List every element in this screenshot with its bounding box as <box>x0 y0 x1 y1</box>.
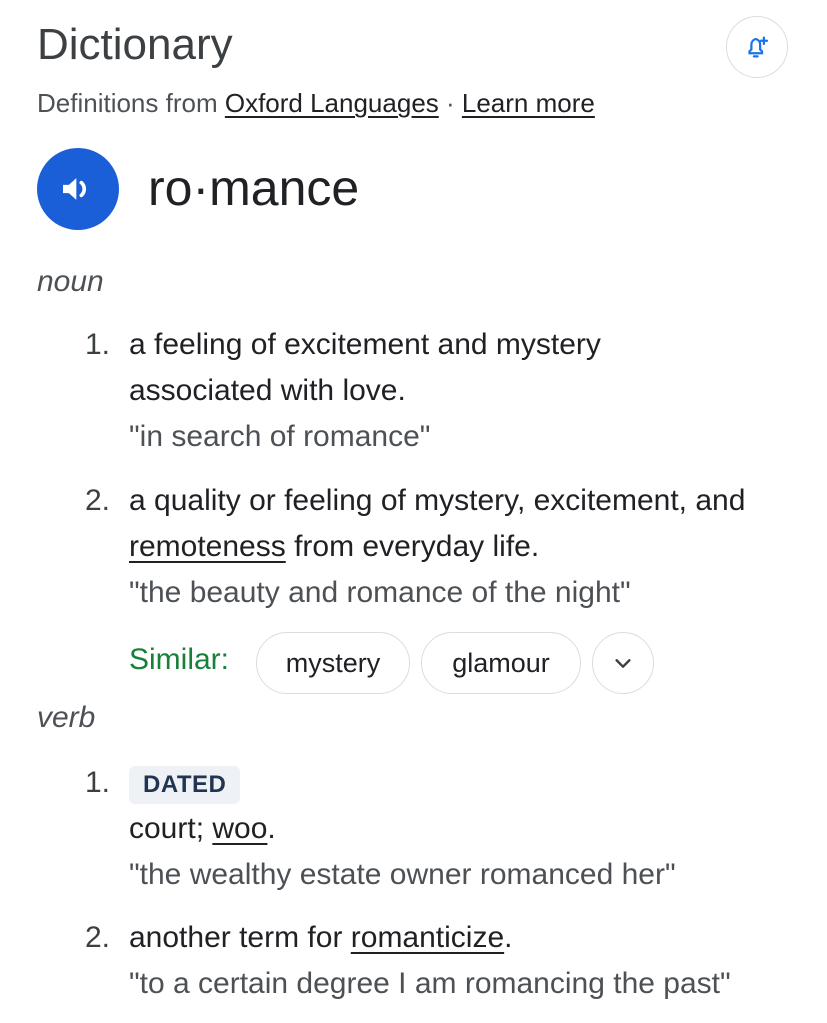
noun-sense-2: a quality or feeling of mystery, excitem… <box>129 478 819 616</box>
part-of-speech-noun: noun <box>37 265 104 298</box>
sense-number: 2. <box>84 921 110 954</box>
romanticize-link[interactable]: romanticize <box>351 921 504 954</box>
create-alert-button[interactable] <box>726 16 788 78</box>
definition-line: a quality or feeling of mystery, excitem… <box>129 484 746 517</box>
definition-line: court; woo. <box>129 806 819 852</box>
learn-more-link[interactable]: Learn more <box>462 88 595 118</box>
similar-label: Similar: <box>129 643 230 676</box>
sense-number: 2. <box>84 484 110 517</box>
similar-chip-mystery[interactable]: mystery <box>256 632 410 694</box>
definition-text: court; <box>129 812 213 845</box>
sense-number: 1. <box>84 766 110 799</box>
definition-text: another term for <box>129 921 351 954</box>
bell-plus-icon <box>748 36 769 58</box>
example-sentence: "the wealthy estate owner romanced her" <box>129 858 676 891</box>
definition-text: . <box>267 812 276 845</box>
verb-sense-1: court; woo. "the wealthy estate owner ro… <box>129 806 819 898</box>
oxford-languages-link[interactable]: Oxford Languages <box>225 88 439 118</box>
example-sentence: "in search of romance" <box>129 420 431 453</box>
example-sentence: "the beauty and romance of the night" <box>129 576 631 609</box>
definition-line: associated with love. <box>129 374 406 407</box>
definition-line: a feeling of excitement and mystery <box>129 328 601 361</box>
definition-line: remoteness from everyday life. <box>129 524 819 570</box>
chevron-down-icon <box>615 659 631 668</box>
verb-sense-2: another term for romanticize. "to a cert… <box>129 915 819 1007</box>
headword: ro·mance <box>148 160 360 216</box>
definition-text: . <box>504 921 513 954</box>
woo-link[interactable]: woo <box>212 812 267 845</box>
similar-chip-glamour[interactable]: glamour <box>421 632 581 694</box>
page-title: Dictionary <box>37 20 233 69</box>
part-of-speech-verb: verb <box>37 701 96 734</box>
example-sentence: "to a certain degree I am romancing the … <box>129 967 731 1000</box>
speaker-icon <box>63 178 87 200</box>
remoteness-link[interactable]: remoteness <box>129 530 286 563</box>
expand-similar-button[interactable] <box>592 632 654 694</box>
definition-line: another term for romanticize. <box>129 915 819 961</box>
sense-number: 1. <box>84 328 110 361</box>
source-prefix: Definitions from <box>37 88 225 118</box>
noun-sense-1: a feeling of excitement and mystery asso… <box>129 322 819 460</box>
dated-label: DATED <box>129 766 241 804</box>
definition-text: from everyday life. <box>285 530 540 563</box>
definition-source: Definitions from Oxford Languages · Lear… <box>37 86 595 120</box>
source-separator: · <box>438 88 462 118</box>
pronunciation-button[interactable] <box>37 148 119 230</box>
